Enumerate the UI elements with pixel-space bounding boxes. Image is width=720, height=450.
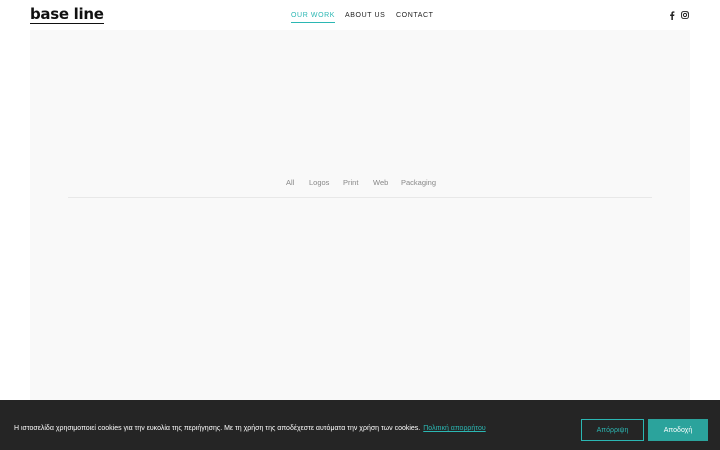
- decline-cookies-button[interactable]: Απόρριψη: [581, 419, 644, 441]
- filter-all[interactable]: All: [286, 178, 294, 188]
- filter-web[interactable]: Web: [373, 178, 388, 188]
- privacy-policy-link[interactable]: Πολιτική απορρήτου: [423, 425, 485, 432]
- filter-logos[interactable]: Logos: [309, 178, 329, 188]
- page: base line OUR WORK ABOUT US CONTACT All …: [0, 0, 720, 450]
- portfolio-filters: All Logos Print Web Packaging: [30, 178, 690, 192]
- facebook-glyph: [670, 10, 675, 20]
- instagram-icon[interactable]: [680, 10, 690, 20]
- instagram-glyph: [681, 11, 689, 19]
- nav-item-about-us[interactable]: ABOUT US: [345, 11, 385, 21]
- portfolio-grid: All Logos Print Web Packaging: [30, 30, 690, 410]
- accept-cookies-button[interactable]: Αποδοχή: [648, 419, 708, 441]
- filter-divider: [68, 197, 652, 198]
- facebook-icon[interactable]: [667, 10, 677, 20]
- nav-item-contact[interactable]: CONTACT: [396, 11, 434, 21]
- nav-item-our-work[interactable]: OUR WORK: [291, 11, 336, 23]
- cookie-message-text: Η ιστοσελίδα χρησιμοποιεί cookies για τη…: [14, 425, 421, 432]
- filter-packaging[interactable]: Packaging: [401, 178, 436, 188]
- cookie-consent-bar: Η ιστοσελίδα χρησιμοποιεί cookies για τη…: [0, 400, 720, 450]
- cookie-message: Η ιστοσελίδα χρησιμοποιεί cookies για τη…: [14, 424, 486, 434]
- site-header: base line OUR WORK ABOUT US CONTACT: [0, 0, 720, 30]
- main-nav: OUR WORK ABOUT US CONTACT: [0, 11, 720, 25]
- filter-print[interactable]: Print: [343, 178, 358, 188]
